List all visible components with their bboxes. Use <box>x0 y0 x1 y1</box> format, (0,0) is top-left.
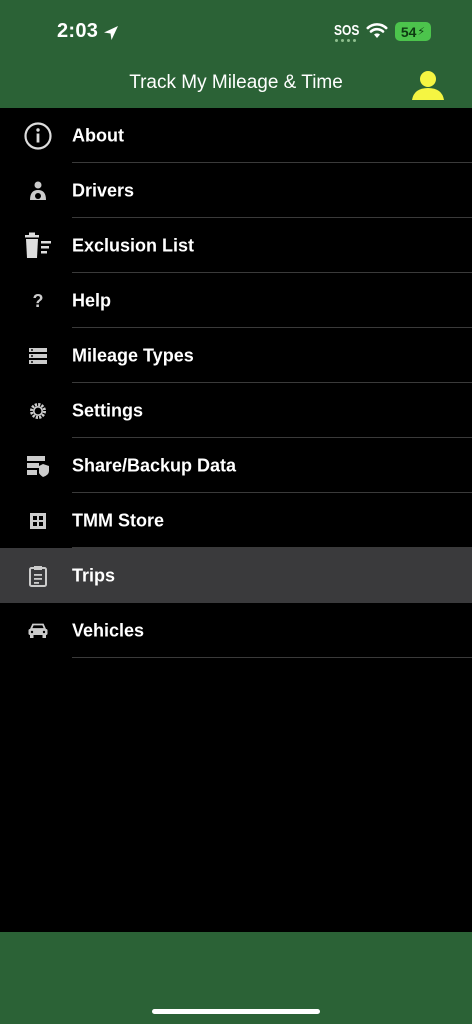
mileage-types-icon <box>22 340 54 372</box>
menu-item-label: Vehicles <box>72 620 145 640</box>
vehicle-icon <box>22 615 54 647</box>
menu-item-label: TMM Store <box>72 510 164 530</box>
battery-indicator: 54 ⚡ <box>395 22 431 41</box>
home-indicator[interactable] <box>152 1009 320 1014</box>
menu-item-label: Trips <box>72 565 116 585</box>
menu-item-label: About <box>72 125 124 145</box>
driver-icon <box>22 175 54 207</box>
status-bar: 2:03 SOS 54 ⚡ <box>0 0 472 62</box>
menu-item-mileage-types[interactable]: Mileage Types <box>0 328 472 383</box>
share-backup-icon <box>22 450 54 482</box>
menu-item-label: Exclusion List <box>72 235 195 255</box>
settings-icon <box>22 395 54 427</box>
divider <box>72 657 472 658</box>
trips-icon <box>22 560 54 592</box>
menu-item-label: Mileage Types <box>72 345 194 365</box>
page-title: Track My Mileage & Time <box>129 72 343 93</box>
menu-item-about[interactable]: About <box>0 108 472 163</box>
store-icon <box>22 505 54 537</box>
menu-item-drivers[interactable]: Drivers <box>0 163 472 218</box>
menu-item-help[interactable]: ? Help <box>0 273 472 328</box>
status-time: 2:03 <box>57 20 99 42</box>
sos-indicator: SOS <box>334 22 360 39</box>
exclusion-list-icon <box>22 230 54 262</box>
app-header: Track My Mileage & Time <box>0 62 472 108</box>
signal-dots <box>335 39 356 42</box>
menu-item-settings[interactable]: Settings <box>0 383 472 438</box>
profile-icon[interactable] <box>409 66 447 104</box>
menu-item-tmm-store[interactable]: TMM Store <box>0 493 472 548</box>
info-icon <box>22 120 54 152</box>
menu-item-label: Help <box>72 290 112 310</box>
menu-item-label: Settings <box>72 400 144 420</box>
charging-bolt-icon: ⚡ <box>417 26 426 38</box>
wifi-icon <box>366 23 388 38</box>
menu-item-exclusion-list[interactable]: Exclusion List <box>0 218 472 273</box>
menu-item-label: Drivers <box>72 180 135 200</box>
help-icon: ? <box>22 285 54 317</box>
menu-item-trips[interactable]: Trips <box>0 548 472 603</box>
location-arrow-icon <box>104 26 118 40</box>
svg-text:?: ? <box>33 291 44 311</box>
side-menu: About Drivers Exclusion List ? Help Mile… <box>0 108 472 658</box>
menu-item-share-backup[interactable]: Share/Backup Data <box>0 438 472 493</box>
menu-item-vehicles[interactable]: Vehicles <box>0 603 472 658</box>
battery-level: 54 <box>400 23 417 40</box>
menu-item-label: Share/Backup Data <box>72 455 237 475</box>
